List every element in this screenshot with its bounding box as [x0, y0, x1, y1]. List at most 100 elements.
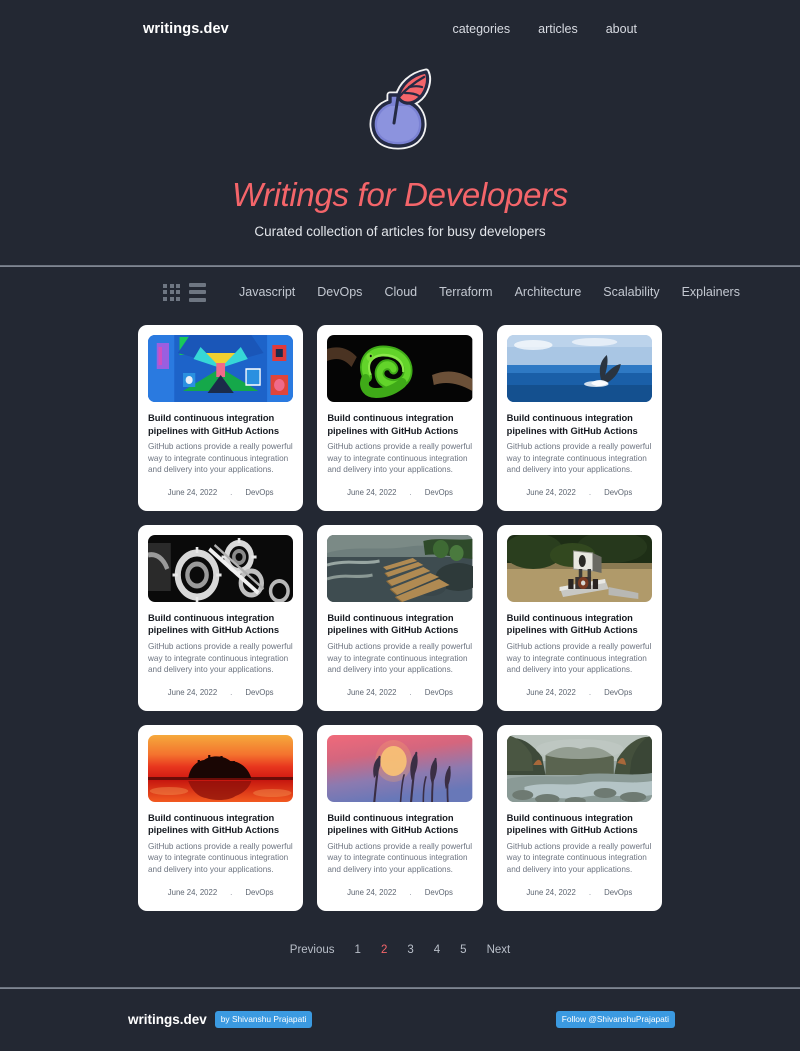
- nav-links: categories articles about: [452, 22, 637, 36]
- article-category[interactable]: DevOps: [604, 688, 632, 697]
- article-category[interactable]: DevOps: [245, 488, 273, 497]
- pagination-page-4[interactable]: 4: [424, 944, 450, 956]
- article-meta: June 24, 2022 . DevOps: [507, 688, 652, 697]
- pagination: Previous 1 2 3 4 5 Next: [0, 944, 800, 956]
- article-card[interactable]: Build continuous integration pipelines w…: [317, 724, 483, 911]
- meta-separator: .: [409, 687, 412, 697]
- article-category[interactable]: DevOps: [425, 888, 453, 897]
- category-link-cloud[interactable]: Cloud: [373, 285, 428, 299]
- article-thumbnail: [506, 335, 652, 402]
- article-date: June 24, 2022: [526, 687, 576, 697]
- top-navigation-bar: writings.dev categories articles about: [0, 0, 800, 57]
- nav-link-articles[interactable]: articles: [538, 22, 578, 36]
- meta-separator: .: [588, 687, 592, 697]
- pagination-page-5[interactable]: 5: [450, 944, 476, 956]
- list-view-icon[interactable]: [189, 282, 206, 302]
- pagination-page-3[interactable]: 3: [397, 944, 423, 956]
- article-thumbnail: [506, 534, 652, 602]
- article-meta: June 24, 2022 . DevOps: [507, 888, 652, 897]
- article-thumbnail: [148, 534, 294, 602]
- pagination-page-2[interactable]: 2: [371, 944, 397, 956]
- author-badge[interactable]: by Shivanshu Prajapati: [214, 1011, 313, 1029]
- article-title: Build continuous integration pipelines w…: [148, 811, 280, 836]
- article-category[interactable]: DevOps: [604, 888, 632, 897]
- article-card[interactable]: Build continuous integration pipelines w…: [138, 724, 304, 911]
- article-thumbnail: [148, 734, 294, 802]
- hero-section: Writings for Developers Curated collecti…: [0, 57, 800, 265]
- article-title: Build continuous integration pipelines w…: [327, 412, 459, 436]
- article-title: Build continuous integration pipelines w…: [506, 611, 638, 636]
- article-title: Build continuous integration pipelines w…: [506, 412, 638, 436]
- article-thumbnail: [148, 335, 294, 402]
- meta-separator: .: [588, 487, 592, 497]
- article-description: GitHub actions provide a really powerful…: [327, 442, 473, 475]
- footer-divider: [0, 986, 800, 989]
- article-thumbnail: [327, 734, 473, 802]
- article-card[interactable]: Build continuous integration pipelines w…: [138, 325, 304, 511]
- page-subtitle: Curated collection of articles for busy …: [254, 224, 546, 239]
- article-thumbnail: [327, 534, 473, 602]
- article-date: June 24, 2022: [167, 487, 218, 497]
- category-filter-bar: Javascript DevOps Cloud Terraform Archit…: [0, 267, 800, 317]
- article-date: June 24, 2022: [526, 487, 576, 497]
- meta-separator: .: [409, 887, 412, 897]
- article-date: June 24, 2022: [167, 887, 218, 897]
- article-title: Build continuous integration pipelines w…: [327, 811, 459, 836]
- article-meta: June 24, 2022 . DevOps: [148, 688, 293, 697]
- article-card[interactable]: Build continuous integration pipelines w…: [496, 524, 662, 711]
- article-description: GitHub actions provide a really powerful…: [327, 841, 473, 875]
- nav-link-about[interactable]: about: [606, 22, 637, 36]
- footer-brand[interactable]: writings.dev: [128, 1012, 207, 1027]
- article-date: June 24, 2022: [347, 887, 397, 897]
- article-meta: June 24, 2022 . DevOps: [327, 488, 472, 497]
- meta-separator: .: [230, 887, 233, 897]
- article-meta: June 24, 2022 . DevOps: [327, 688, 472, 697]
- category-link-javascript[interactable]: Javascript: [228, 285, 306, 299]
- article-card[interactable]: Build continuous integration pipelines w…: [496, 724, 662, 911]
- article-title: Build continuous integration pipelines w…: [148, 611, 280, 636]
- article-date: June 24, 2022: [347, 687, 397, 697]
- category-links: Javascript DevOps Cloud Terraform Archit…: [228, 285, 751, 299]
- article-date: June 24, 2022: [167, 687, 218, 697]
- pagination-page-1[interactable]: 1: [345, 944, 371, 956]
- meta-separator: .: [230, 687, 233, 697]
- meta-separator: .: [588, 887, 592, 897]
- grid-view-icon[interactable]: [163, 283, 180, 301]
- article-card[interactable]: Build continuous integration pipelines w…: [317, 524, 483, 711]
- pagination-next[interactable]: Next: [477, 944, 521, 956]
- follow-badge[interactable]: Follow @ShivanshuPrajapati: [555, 1011, 675, 1029]
- article-category[interactable]: DevOps: [245, 688, 273, 697]
- article-title: Build continuous integration pipelines w…: [506, 811, 638, 836]
- article-card[interactable]: Build continuous integration pipelines w…: [138, 524, 304, 711]
- site-brand[interactable]: writings.dev: [143, 21, 229, 37]
- meta-separator: .: [409, 487, 412, 497]
- article-thumbnail: [327, 335, 473, 402]
- article-meta: June 24, 2022 . DevOps: [327, 888, 472, 897]
- meta-separator: .: [230, 487, 233, 497]
- category-link-explainers[interactable]: Explainers: [671, 285, 751, 299]
- category-link-scalability[interactable]: Scalability: [592, 285, 670, 299]
- article-meta: June 24, 2022 . DevOps: [148, 488, 293, 497]
- quill-inkwell-icon: [360, 67, 440, 159]
- article-description: GitHub actions provide a really powerful…: [506, 442, 652, 475]
- category-link-terraform[interactable]: Terraform: [428, 285, 503, 299]
- article-meta: June 24, 2022 . DevOps: [148, 888, 293, 897]
- article-card[interactable]: Build continuous integration pipelines w…: [496, 325, 662, 511]
- article-category[interactable]: DevOps: [604, 488, 632, 497]
- article-category[interactable]: DevOps: [425, 688, 453, 697]
- article-date: June 24, 2022: [347, 487, 397, 497]
- article-description: GitHub actions provide a really powerful…: [327, 641, 473, 675]
- article-meta: June 24, 2022 . DevOps: [507, 488, 652, 497]
- pagination-previous[interactable]: Previous: [280, 944, 345, 956]
- article-card[interactable]: Build continuous integration pipelines w…: [317, 325, 483, 511]
- article-card-grid: Build continuous integration pipelines w…: [0, 317, 800, 911]
- article-thumbnail: [506, 734, 652, 802]
- article-category[interactable]: DevOps: [425, 488, 453, 497]
- article-category[interactable]: DevOps: [245, 888, 273, 897]
- nav-link-categories[interactable]: categories: [452, 22, 510, 36]
- category-link-architecture[interactable]: Architecture: [504, 285, 593, 299]
- footer-left-group: writings.dev by Shivanshu Prajapati: [128, 1011, 313, 1029]
- footer: writings.dev by Shivanshu Prajapati Foll…: [0, 989, 800, 1051]
- view-toggle-group: [163, 282, 206, 302]
- category-link-devops[interactable]: DevOps: [306, 285, 373, 299]
